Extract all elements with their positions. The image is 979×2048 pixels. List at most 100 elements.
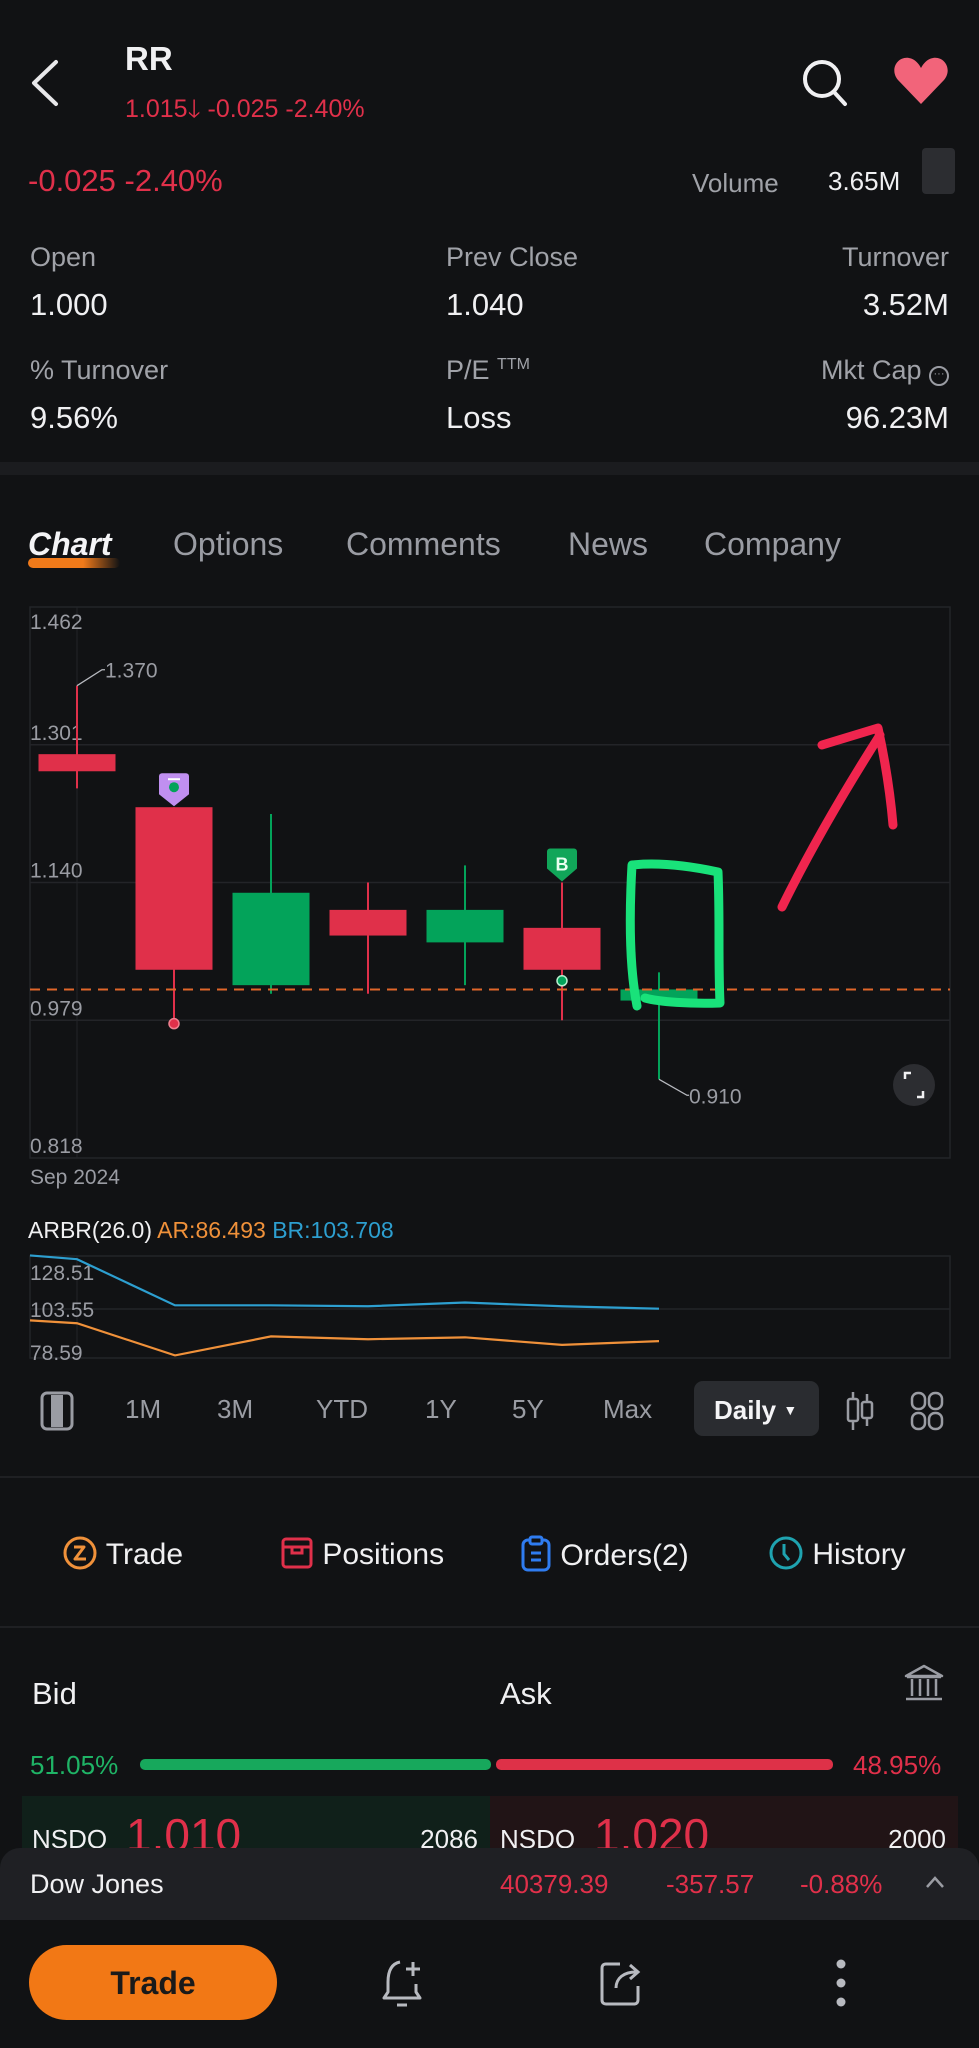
price-change: -0.025 -2.40% — [28, 163, 223, 198]
action-trade-label: Trade — [105, 1538, 184, 1571]
event-marker-dot — [169, 782, 179, 793]
arbr-indicator-chart[interactable]: 128.51 103.55 78.59 — [0, 1250, 979, 1365]
action-orders[interactable]: Orders(2) — [520, 1535, 689, 1573]
divider — [0, 1626, 979, 1628]
action-history[interactable]: History — [768, 1535, 906, 1572]
low-leader-line — [658, 1078, 689, 1096]
orders-icon — [521, 1535, 551, 1572]
y-tick-label: 0.818 — [30, 1135, 83, 1158]
stat-mkt-cap-label[interactable]: Mkt Cap ··· — [821, 355, 949, 386]
indicator-frame — [29, 1255, 951, 1359]
low-dot-marker — [168, 1017, 180, 1030]
clock-icon — [769, 1536, 803, 1570]
candle-body — [135, 807, 213, 970]
ask-ratio-bar — [496, 1759, 833, 1770]
range-3m[interactable]: 3M — [217, 1394, 253, 1425]
indicator-y-tick: 128.51 — [30, 1262, 94, 1285]
tab-chart[interactable]: Chart — [28, 526, 112, 563]
index-change-pct: -0.88% — [800, 1869, 883, 1899]
stat-prev-close-label: Prev Close — [446, 242, 579, 272]
candlestick-type-icon[interactable] — [845, 1390, 875, 1432]
candle-body — [426, 909, 504, 943]
stat-pct-turnover-label: % Turnover — [30, 355, 169, 385]
range-5y[interactable]: 5Y — [512, 1394, 544, 1425]
back-arrow-icon[interactable] — [28, 58, 64, 108]
caret-down-icon: ▼ — [783, 1402, 798, 1418]
high-leader-line — [76, 669, 105, 687]
grid-layout-icon[interactable] — [910, 1391, 944, 1431]
header-quote: 1.015🡓 -0.025 -2.40% — [125, 90, 365, 133]
tab-comments[interactable]: Comments — [346, 526, 501, 563]
positions-icon — [281, 1537, 313, 1569]
chevron-up-icon[interactable] — [924, 1872, 946, 1892]
stat-turnover-value: 3.52M — [862, 287, 949, 322]
y-tick-label: 1.462 — [30, 611, 83, 634]
action-orders-label: Orders(2) — [560, 1539, 689, 1572]
indicator-y-tick: 103.55 — [30, 1299, 94, 1322]
trade-icon — [63, 1536, 97, 1570]
pe-ttm-sup: TTM — [497, 356, 530, 373]
action-history-label: History — [812, 1538, 906, 1571]
scroll-indicator[interactable] — [922, 148, 955, 194]
sidebar-toggle-icon[interactable] — [40, 1391, 74, 1431]
stat-pct-turnover-value: 9.56% — [30, 400, 118, 435]
bank-icon[interactable] — [903, 1664, 945, 1702]
hand-drawn-up-arrow — [777, 723, 898, 912]
stat-open-value: 1.000 — [30, 287, 108, 322]
tab-options[interactable]: Options — [173, 526, 283, 563]
y-tick-label: 0.979 — [30, 997, 83, 1020]
heart-icon[interactable] — [893, 56, 949, 106]
indicator-legend[interactable]: ARBR(26.0) AR:86.493 BR:103.708 — [28, 1217, 394, 1244]
interval-value: Daily — [714, 1395, 777, 1425]
range-max[interactable]: Max — [603, 1394, 652, 1425]
index-value: 40379.39 — [500, 1869, 609, 1899]
add-alert-icon[interactable] — [380, 1956, 428, 2010]
br-value: BR:103.708 — [272, 1217, 394, 1243]
candle-body — [329, 909, 407, 936]
candlestick-chart[interactable]: 1.462 1.301 1.140 0.979 0.818 1.370 0.910 B Se… — [0, 595, 979, 1195]
high-price-label: 1.370 — [105, 660, 158, 683]
y-tick-label: 1.140 — [30, 860, 83, 883]
more-info-icon[interactable]: ··· — [929, 366, 949, 386]
interval-dropdown-label[interactable]: Daily ▼ — [714, 1395, 797, 1426]
indicator-y-tick: 78.59 — [30, 1342, 83, 1365]
candle-body — [38, 754, 116, 772]
action-positions-label: Positions — [322, 1538, 445, 1571]
stat-open-label: Open — [30, 242, 97, 272]
ar-value: AR:86.493 — [157, 1217, 266, 1243]
index-change: -357.57 — [666, 1869, 755, 1899]
header-change: -0.025 — [207, 95, 279, 123]
header-price: 1.015 — [125, 95, 188, 123]
bid-ratio-bar — [140, 1759, 491, 1770]
range-1m[interactable]: 1M — [125, 1394, 161, 1425]
search-icon[interactable] — [800, 58, 850, 108]
trade-button-label[interactable]: Trade — [29, 1965, 277, 2002]
ask-label: Ask — [500, 1676, 552, 1711]
mkt-cap-text: Mkt Cap — [820, 355, 922, 385]
bid-percent: 51.05% — [30, 1750, 119, 1780]
action-positions[interactable]: Positions — [280, 1535, 444, 1572]
more-options-icon[interactable] — [835, 1958, 847, 2008]
y-tick-label: 1.301 — [30, 722, 83, 745]
hand-drawn-box — [625, 859, 725, 1011]
stat-prev-close-value: 1.040 — [446, 287, 524, 322]
tab-company[interactable]: Company — [704, 526, 841, 563]
ticker-symbol: RR — [125, 40, 173, 77]
range-ytd[interactable]: YTD — [316, 1394, 368, 1425]
volume-value: 3.65M — [828, 166, 901, 196]
header-change-pct: -2.40% — [285, 95, 365, 123]
stat-turnover-label: Turnover — [841, 242, 949, 272]
low-price-label: 0.910 — [689, 1085, 742, 1108]
tab-news[interactable]: News — [568, 526, 648, 563]
expand-chart-button — [893, 1064, 935, 1106]
share-icon[interactable] — [598, 1958, 646, 2008]
ask-percent: 48.95% — [853, 1750, 942, 1780]
x-axis-label: Sep 2024 — [30, 1166, 120, 1189]
down-arrow-icon: 🡓 — [187, 95, 201, 123]
action-trade[interactable]: Trade — [62, 1535, 183, 1572]
volume-label: Volume — [692, 168, 779, 198]
fill-dot-marker — [556, 975, 568, 987]
range-1y[interactable]: 1Y — [425, 1394, 457, 1425]
indicator-name: ARBR(26.0) — [28, 1217, 152, 1243]
index-name: Dow Jones — [30, 1869, 164, 1899]
